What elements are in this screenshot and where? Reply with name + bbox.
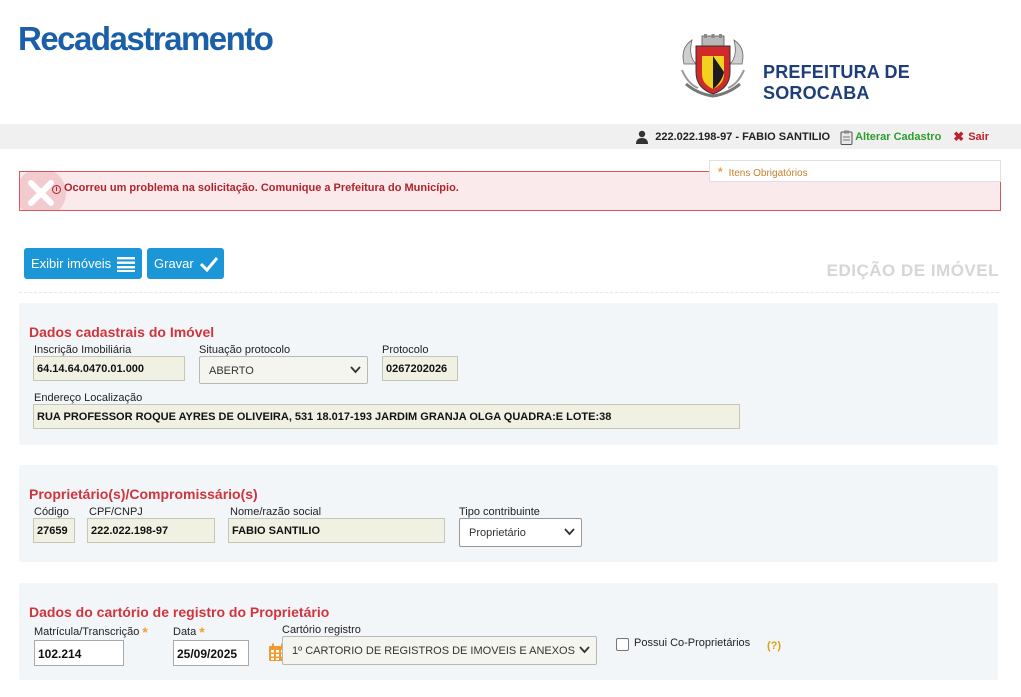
user-icon	[636, 130, 649, 144]
save-label: Gravar	[154, 256, 194, 271]
user-bar: 222.022.198-97 - FABIO SANTILIO Alterar …	[0, 124, 1021, 149]
logout-link[interactable]: Sair	[968, 131, 989, 143]
show-properties-button[interactable]: Exibir imóveis	[24, 248, 142, 279]
required-items-note: * Itens Obrigatórios	[709, 160, 1001, 182]
office-label: Cartório registro	[282, 624, 361, 636]
registry-panel: Dados do cartório de registro do Proprie…	[19, 583, 998, 680]
page-title: EDIÇÃO DE IMÓVEL	[826, 261, 999, 280]
app-title: Recadastramento	[18, 20, 274, 57]
owner-doc-label: CPF/CNPJ	[89, 506, 143, 518]
error-message-text: Ocorreu um problema na solicitação. Comu…	[64, 182, 459, 194]
address-field[interactable]: RUA PROFESSOR ROQUE AYRES DE OLIVEIRA, 5…	[33, 404, 740, 429]
info-dot-icon: i	[52, 185, 61, 194]
protocol-label: Protocolo	[382, 344, 429, 356]
status-select-value: ABERTO	[209, 365, 254, 377]
owner-name-label: Nome/razão social	[230, 506, 322, 518]
address-label: Endereço Localização	[34, 392, 143, 404]
divider	[19, 292, 999, 293]
owner-doc-field[interactable]: 222.022.198-97	[87, 518, 215, 543]
registry-section-title: Dados do cartório de registro do Proprie…	[29, 604, 330, 620]
show-properties-label: Exibir imóveis	[31, 256, 112, 271]
status-label: Situação protocolo	[199, 344, 291, 356]
owner-name-field[interactable]: FABIO SANTILIO	[228, 518, 445, 543]
required-star-icon: *	[142, 624, 148, 640]
date-label-text: Data	[173, 626, 197, 638]
date-label: Data *	[173, 624, 205, 640]
office-select[interactable]: 1º CARTORIO DE REGISTROS DE IMOVEIS E AN…	[282, 636, 597, 665]
city-crest-icon	[681, 34, 745, 98]
list-icon	[117, 256, 136, 272]
coowner-label: Possui Co-Proprietários	[634, 637, 751, 649]
owner-code-label: Código	[34, 506, 69, 518]
office-select-value: 1º CARTORIO DE REGISTROS DE IMOVEIS E AN…	[292, 645, 575, 657]
chevron-down-icon	[350, 366, 361, 374]
property-section-title: Dados cadastrais do Imóvel	[29, 324, 215, 340]
user-block: 222.022.198-97 - FABIO SANTILIO Alterar …	[635, 129, 989, 145]
alter-cadastro-link[interactable]: Alterar Cadastro	[855, 131, 941, 143]
owner-type-label: Tipo contribuinte	[459, 506, 540, 518]
close-icon[interactable]: ✖	[953, 129, 964, 145]
clipboard-icon[interactable]	[840, 130, 853, 145]
registration-field[interactable]: 64.14.64.0470.01.000	[33, 356, 185, 381]
owner-section-title: Proprietário(s)/Compromissário(s)	[29, 486, 258, 502]
page: Recadastramento PREFEITURA DE SOROCABA 2…	[0, 0, 1021, 697]
coowner-checkbox[interactable]	[616, 638, 629, 651]
required-items-text: Itens Obrigatórios	[728, 168, 808, 179]
date-input[interactable]: 25/09/2025	[173, 640, 249, 666]
matricula-label-text: Matrícula/Transcrição	[34, 626, 140, 638]
required-star-icon: *	[199, 624, 205, 640]
city-name: PREFEITURA DE SOROCABA	[763, 62, 910, 103]
chevron-down-icon	[564, 528, 575, 536]
owner-type-select[interactable]: Proprietário	[459, 518, 582, 547]
save-button[interactable]: Gravar	[147, 248, 224, 279]
owner-type-select-value: Proprietário	[469, 527, 526, 539]
protocol-field[interactable]: 0267202026	[382, 356, 458, 381]
property-panel: Dados cadastrais do Imóvel Inscrição Imo…	[19, 303, 998, 445]
owner-panel: Proprietário(s)/Compromissário(s) Código…	[19, 465, 998, 562]
matricula-input[interactable]: 102.214	[34, 640, 124, 666]
matricula-label: Matrícula/Transcrição *	[34, 624, 148, 640]
error-message: i Ocorreu um problema na solicitação. Com…	[52, 182, 459, 194]
status-select[interactable]: ABERTO	[199, 356, 368, 384]
required-star-icon: *	[718, 165, 723, 179]
registration-label: Inscrição Imobiliária	[34, 344, 132, 356]
checkmark-icon	[199, 256, 218, 272]
logged-user: 222.022.198-97 - FABIO SANTILIO	[655, 131, 831, 143]
owner-code-field[interactable]: 27659	[33, 518, 75, 543]
help-link[interactable]: (?)	[767, 640, 781, 652]
chevron-down-icon	[579, 646, 590, 654]
